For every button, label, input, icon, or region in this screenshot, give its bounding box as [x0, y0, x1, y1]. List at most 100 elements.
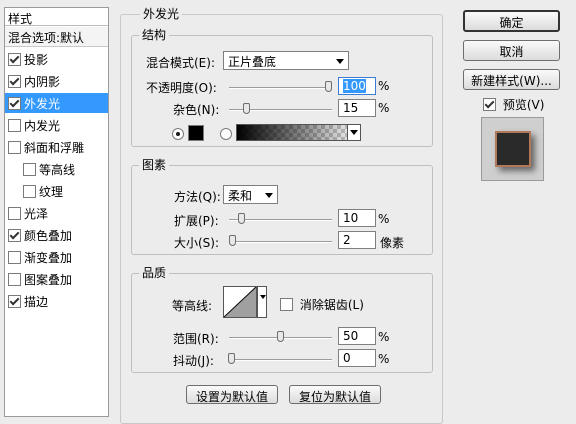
contour-dropdown-button[interactable] [257, 286, 267, 318]
style-item-3[interactable]: 外发光 [5, 93, 108, 113]
style-item-checkbox[interactable] [8, 273, 21, 286]
style-item-checkbox[interactable] [8, 53, 21, 66]
style-item-checkbox[interactable] [8, 295, 21, 308]
spread-unit: % [378, 212, 390, 226]
range-slider-handle[interactable] [276, 331, 284, 342]
glow-color-swatch[interactable] [188, 125, 204, 141]
style-item-label: 斜面和浮雕 [24, 141, 85, 155]
style-item-label: 图案叠加 [24, 273, 73, 287]
range-label: 范围(R): [173, 332, 219, 346]
jitter-unit: % [378, 352, 390, 366]
cancel-button[interactable]: 取消 [463, 40, 560, 61]
preview-checkbox[interactable]: 预览(V) [483, 96, 544, 113]
technique-select[interactable]: 柔和 [223, 185, 278, 204]
style-item-4[interactable]: 内发光 [5, 115, 108, 135]
technique-value: 柔和 [228, 189, 253, 203]
contour-label: 等高线: [172, 299, 213, 313]
style-item-label: 等高线 [39, 163, 76, 177]
opacity-label: 不透明度(O): [146, 81, 217, 95]
style-item-label: 内发光 [24, 119, 61, 133]
style-item-8[interactable]: 光泽 [5, 203, 108, 223]
style-item-12[interactable]: 描边 [5, 291, 108, 311]
noise-value: 15 [343, 101, 359, 115]
style-item-0[interactable]: 混合选项:默认 [5, 27, 108, 47]
style-item-11[interactable]: 图案叠加 [5, 269, 108, 289]
technique-label: 方法(Q): [174, 190, 221, 204]
blend-mode-select[interactable]: 正片叠底 [223, 51, 349, 70]
spread-slider-handle[interactable] [237, 213, 245, 224]
range-unit: % [378, 330, 390, 344]
style-item-1[interactable]: 投影 [5, 49, 108, 69]
opacity-slider-handle[interactable] [325, 81, 332, 92]
outer-glow-title: 外发光 [140, 5, 183, 22]
gradient-radio[interactable] [220, 128, 232, 140]
spread-input[interactable]: 10 [338, 209, 376, 227]
style-item-checkbox[interactable] [23, 163, 36, 176]
style-item-checkbox[interactable] [8, 75, 21, 88]
noise-label: 杂色(N): [173, 103, 220, 117]
size-value: 2 [343, 233, 351, 247]
style-item-9[interactable]: 颜色叠加 [5, 225, 108, 245]
style-item-checkbox[interactable] [8, 229, 21, 242]
styles-list-panel: 样式 混合选项:默认 投影 内阴影 外发光 内发光 斜面和浮雕 等高线 纹理 光泽 颜色叠加 渐变叠… [4, 7, 109, 417]
noise-slider-handle[interactable] [242, 103, 250, 114]
gradient-dropdown-icon[interactable] [347, 125, 360, 140]
spread-label: 扩展(P): [174, 214, 219, 228]
size-input[interactable]: 2 [338, 231, 376, 249]
antialias-checkbox-box[interactable] [280, 298, 293, 311]
style-item-label: 渐变叠加 [24, 251, 73, 265]
size-slider-track[interactable] [229, 241, 332, 243]
jitter-value: 0 [343, 351, 351, 365]
jitter-label: 抖动(J): [173, 354, 214, 368]
spread-value: 10 [343, 211, 359, 225]
style-item-checkbox[interactable] [8, 119, 21, 132]
style-item-checkbox[interactable] [8, 141, 21, 154]
preview-swatch [495, 131, 531, 167]
style-item-2[interactable]: 内阴影 [5, 71, 108, 91]
style-item-label: 外发光 [24, 97, 61, 111]
make-default-button[interactable]: 设置为默认值 [186, 385, 278, 404]
style-item-label: 内阴影 [24, 75, 61, 89]
new-style-button[interactable]: 新建样式(W)... [463, 69, 560, 90]
style-item-6[interactable]: 等高线 [5, 159, 108, 179]
chevron-down-icon [265, 193, 273, 198]
style-item-label: 投影 [24, 53, 49, 67]
opacity-value: 100 [343, 79, 366, 93]
ok-button[interactable]: 确定 [463, 10, 560, 32]
style-item-label: 光泽 [24, 207, 49, 221]
style-item-checkbox[interactable] [8, 251, 21, 264]
noise-input[interactable]: 15 [338, 99, 376, 117]
jitter-slider-handle[interactable] [228, 353, 235, 364]
range-value: 50 [343, 329, 359, 343]
contour-preview[interactable] [223, 286, 257, 318]
quality-title: 品质 [139, 264, 170, 281]
contour-linear-icon [224, 287, 256, 317]
opacity-input[interactable]: 100 [338, 77, 376, 95]
preview-checkbox-box[interactable] [483, 98, 496, 111]
size-label: 大小(S): [174, 236, 220, 250]
jitter-slider-track[interactable] [229, 359, 332, 361]
antialias-label: 消除锯齿(L) [299, 298, 364, 312]
style-item-10[interactable]: 渐变叠加 [5, 247, 108, 267]
style-preview-thumbnail [481, 117, 544, 181]
style-item-7[interactable]: 纹理 [5, 181, 108, 201]
elements-title: 图素 [139, 156, 170, 173]
size-slider-handle[interactable] [228, 235, 236, 246]
structure-title: 结构 [139, 26, 170, 43]
jitter-input[interactable]: 0 [338, 349, 376, 367]
style-item-label: 混合选项:默认 [8, 31, 85, 45]
solid-color-radio[interactable] [172, 128, 184, 140]
blend-mode-label: 混合模式(E): [146, 56, 215, 70]
style-item-label: 纹理 [39, 185, 64, 199]
opacity-slider-track[interactable] [229, 87, 332, 89]
reset-to-default-button[interactable]: 复位为默认值 [289, 385, 381, 404]
style-item-checkbox[interactable] [8, 207, 21, 220]
style-item-label: 描边 [24, 295, 49, 309]
range-input[interactable]: 50 [338, 327, 376, 345]
antialias-checkbox[interactable]: 消除锯齿(L) [280, 296, 364, 313]
style-item-checkbox[interactable] [23, 185, 36, 198]
style-item-5[interactable]: 斜面和浮雕 [5, 137, 108, 157]
style-item-checkbox[interactable] [8, 97, 21, 110]
opacity-unit: % [378, 79, 390, 93]
glow-gradient-picker[interactable] [236, 124, 361, 141]
